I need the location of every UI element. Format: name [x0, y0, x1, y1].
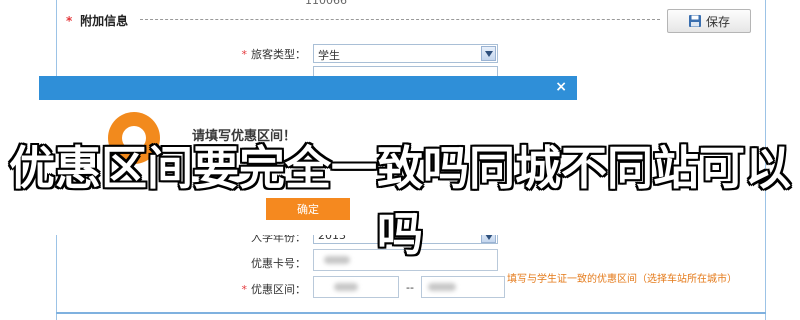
passenger-type-label: * 旅客类型： [206, 46, 307, 62]
chevron-down-icon [481, 46, 496, 61]
save-button[interactable]: 保存 [667, 9, 751, 33]
interval-label: * 优惠区间： [206, 281, 307, 297]
close-icon[interactable]: × [555, 79, 567, 95]
passenger-type-label-text: 旅客类型： [251, 48, 306, 61]
required-marker: * [66, 14, 73, 28]
required-marker: * [241, 283, 248, 296]
interval-separator: -- [406, 281, 414, 294]
section-divider [140, 19, 660, 20]
top-partial-text: 110066 [305, 0, 347, 7]
passenger-type-value: 学生 [318, 49, 340, 62]
interval-from-input[interactable] [313, 276, 399, 298]
overlay-title: 优惠区间要完全一致吗同城不同站可以吗 [9, 141, 791, 261]
save-button-label: 保存 [705, 14, 730, 29]
section-header: * 附加信息 [66, 12, 666, 28]
section-title: 附加信息 [80, 14, 129, 28]
required-marker: * [241, 48, 248, 61]
dialog-title-bar: × [39, 76, 577, 100]
passenger-type-select[interactable]: 学生 [313, 44, 498, 63]
interval-hint: 填写与学生证一致的优惠区间（选择车站所在城市） [507, 274, 737, 285]
interval-to-input[interactable] [421, 276, 505, 298]
save-icon [688, 15, 701, 27]
blurred-value [428, 283, 456, 291]
blurred-value [334, 283, 358, 291]
interval-label-text: 优惠区间： [251, 283, 306, 296]
frame-bottom [56, 312, 766, 314]
